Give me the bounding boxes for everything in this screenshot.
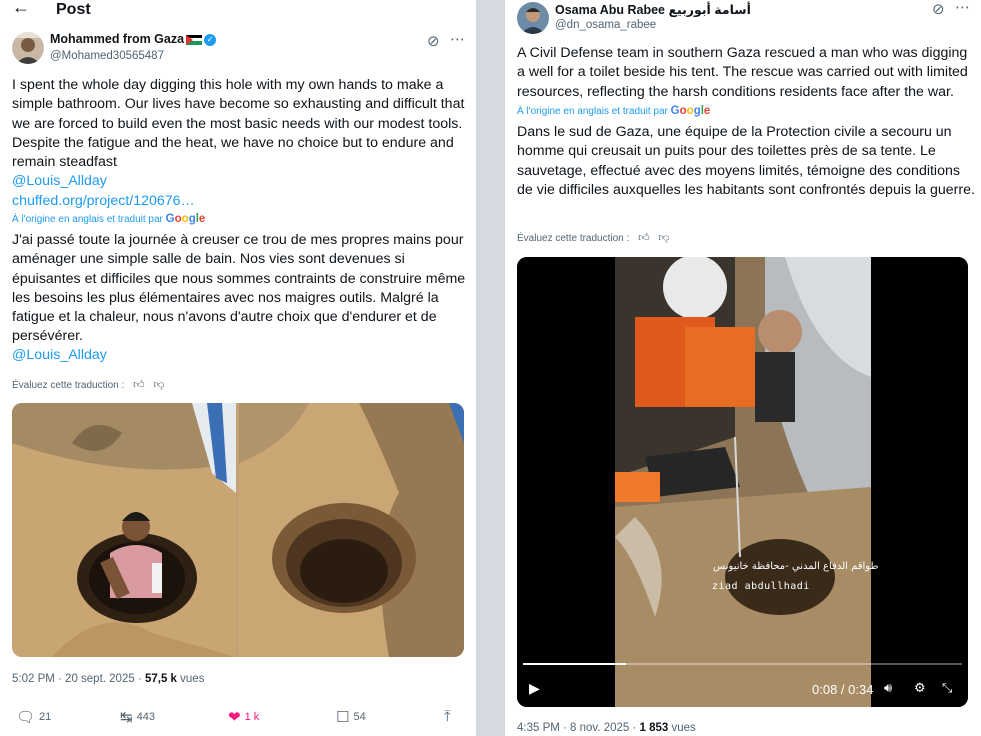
- like-button[interactable]: ❤ 1 k: [228, 708, 259, 726]
- repost-button[interactable]: ↹ 443: [120, 708, 155, 726]
- share-button[interactable]: ⤒: [444, 708, 455, 725]
- video-frame: [615, 257, 871, 707]
- heart-icon: ❤: [228, 709, 241, 726]
- external-link[interactable]: chuffed.org/project/120676…: [12, 192, 195, 211]
- video-player[interactable]: طواقم الدفاع المدني -محافظة خانيونس ziad…: [517, 257, 968, 707]
- avatar[interactable]: [517, 2, 549, 34]
- post-translated-text: Dans le sud de Gaza, une équipe de la Pr…: [517, 124, 975, 198]
- avatar[interactable]: [12, 32, 44, 64]
- repost-icon: ↹: [120, 709, 133, 726]
- video-time: 0:08 / 0:34: [812, 682, 874, 697]
- more-options-icon[interactable]: ⋯: [450, 30, 465, 48]
- reply-icon: 🗨︎: [16, 709, 36, 726]
- author-name[interactable]: Osama Abu Rabee أسامة أبوربيع: [555, 2, 751, 17]
- post-original-text: I spent the whole day digging this hole …: [12, 77, 465, 171]
- video-caption-credit: ziad abdullhadi: [712, 581, 810, 592]
- post-original-text: A Civil Defense team in southern Gaza re…: [517, 45, 968, 100]
- bookmark-button[interactable]: ☐ 54: [336, 708, 366, 726]
- action-bar: 🗨︎ 21 ↹ 443 ❤ 1 k ☐ 54 ⤒: [0, 708, 476, 730]
- author-handle[interactable]: @dn_osama_rabee: [555, 19, 656, 31]
- right-post-panel: Osama Abu Rabee أسامة أبوربيع @dn_osama_…: [505, 0, 981, 736]
- thumbs-up-icon[interactable]: 👍︎: [638, 232, 650, 244]
- thumbs-down-icon[interactable]: 👎︎: [153, 379, 164, 391]
- mention-link[interactable]: @Louis_Allday: [12, 346, 107, 365]
- post-header: ← Post: [0, 0, 476, 22]
- reply-button[interactable]: 🗨︎ 21: [16, 708, 51, 726]
- grok-icon[interactable]: ⊘: [427, 32, 440, 50]
- mention-link[interactable]: @Louis_Allday: [12, 172, 107, 191]
- left-post-panel: ← Post Mohammed from Gaza ✓ @Mohamed30565…: [0, 0, 476, 736]
- page-title: Post: [56, 1, 91, 18]
- author-handle[interactable]: @Mohamed30565487: [50, 50, 164, 62]
- rate-translation: Évaluez cette traduction : 👍︎ 👎︎: [517, 232, 670, 244]
- post-translated-text: J'ai passé toute la journée à creuser ce…: [12, 232, 466, 345]
- back-arrow-icon[interactable]: ←: [12, 0, 30, 18]
- translation-note[interactable]: À l'origine en anglais et traduit par Go…: [517, 105, 710, 117]
- photo-empty-hole[interactable]: [239, 403, 464, 657]
- panel-divider: [476, 0, 505, 736]
- photo-man-in-hole[interactable]: [12, 403, 236, 657]
- more-options-icon[interactable]: ⋯: [955, 0, 970, 16]
- settings-gear-icon[interactable]: ⚙: [914, 680, 926, 696]
- share-icon: ⤒: [444, 708, 451, 725]
- thumbs-up-icon[interactable]: 👍︎: [133, 379, 145, 391]
- grok-icon[interactable]: ⊘: [932, 0, 945, 18]
- post-timestamp[interactable]: 4:35 PM · 8 nov. 2025 · 1 853 vues: [517, 722, 696, 734]
- photo-grid[interactable]: [12, 403, 464, 657]
- palestine-flag-icon: [186, 34, 203, 45]
- rate-translation: Évaluez cette traduction : 👍︎ 👎︎: [12, 379, 165, 391]
- post-timestamp[interactable]: 5:02 PM · 20 sept. 2025 · 57,5 k vues: [12, 673, 204, 685]
- author-row: Osama Abu Rabee أسامة أبوربيع @dn_osama_…: [505, 0, 981, 40]
- thumbs-down-icon[interactable]: 👎︎: [658, 232, 669, 244]
- translation-note[interactable]: À l'origine en anglais et traduit par Go…: [12, 213, 205, 225]
- author-row: Mohammed from Gaza ✓ @Mohamed30565487 ⊘ ⋯: [0, 30, 476, 70]
- bookmark-icon: ☐: [336, 709, 350, 726]
- video-progress-fill: [523, 663, 627, 665]
- fullscreen-icon[interactable]: ⤡: [942, 680, 952, 696]
- volume-icon[interactable]: 🔊︎: [884, 680, 892, 696]
- google-logo: Google: [670, 105, 711, 117]
- author-name[interactable]: Mohammed from Gaza ✓: [50, 32, 217, 46]
- video-caption-arabic: طواقم الدفاع المدني -محافظة خانيونس: [713, 561, 879, 572]
- play-icon[interactable]: ▶: [529, 680, 540, 697]
- verified-badge-icon: ✓: [204, 33, 217, 46]
- google-logo: Google: [165, 213, 206, 225]
